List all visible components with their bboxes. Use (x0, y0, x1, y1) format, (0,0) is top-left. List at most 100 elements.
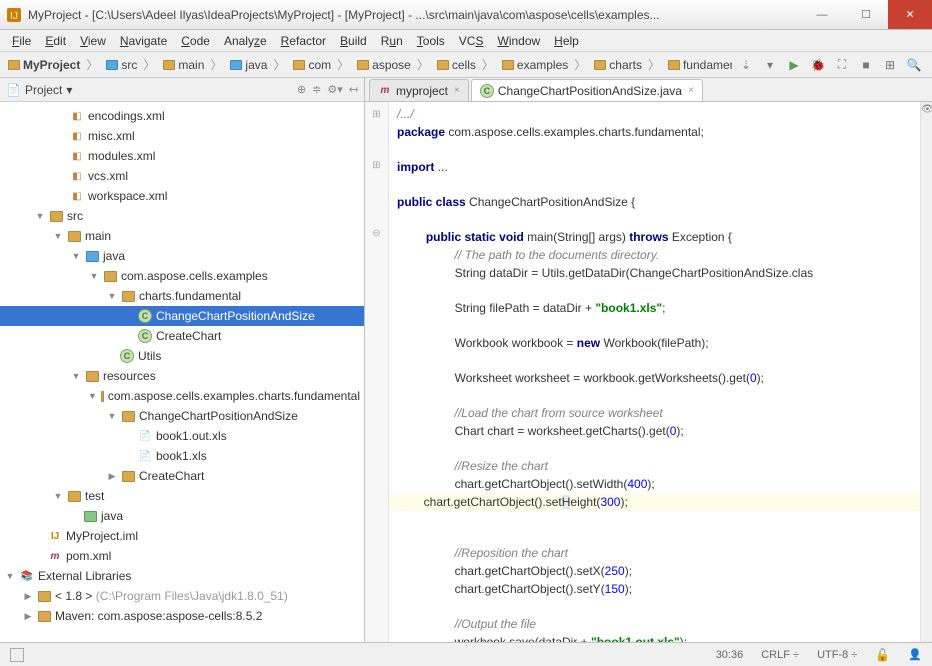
expand-arrow-icon[interactable]: ▶ (106, 471, 118, 482)
settings-gear-icon[interactable]: ⚙▾ (327, 83, 342, 96)
expand-arrow-icon[interactable]: ▼ (52, 491, 64, 501)
file-encoding[interactable]: UTF-8 ÷ (817, 649, 857, 661)
minimize-button[interactable]: — (800, 0, 844, 29)
crumb-fundamental[interactable]: fundamental〉 (664, 56, 732, 73)
crumb-root[interactable]: MyProject〉 (4, 56, 102, 73)
stop-button[interactable]: ■ (858, 57, 874, 73)
tree-item[interactable]: ◧modules.xml (0, 146, 364, 166)
tree-item-pkg[interactable]: ▼com.aspose.cells.examples.charts.fundam… (0, 386, 364, 406)
crumb-examples[interactable]: examples〉 (498, 56, 590, 73)
tree-item-file[interactable]: 📄book1.out.xls (0, 426, 364, 446)
panel-title[interactable]: 📄 Project ▾ (6, 83, 291, 97)
code-content[interactable]: /.../ package com.aspose.cells.examples.… (389, 102, 920, 642)
tree-label: vcs.xml (88, 169, 128, 183)
tree-item[interactable]: ◧workspace.xml (0, 186, 364, 206)
error-stripe[interactable]: 👁 (920, 102, 932, 642)
tree-item-ext-libs[interactable]: ▼📚External Libraries (0, 566, 364, 586)
tree-item-test[interactable]: ▼test (0, 486, 364, 506)
crumb-label: com (308, 58, 331, 72)
menu-refactor[interactable]: Refactor (275, 32, 332, 50)
debug-button[interactable]: 🐞 (810, 57, 826, 73)
menu-navigate[interactable]: Navigate (114, 32, 173, 50)
menu-code[interactable]: Code (175, 32, 216, 50)
tree-item-pom[interactable]: mpom.xml (0, 546, 364, 566)
expand-arrow-icon[interactable]: ▼ (88, 391, 97, 401)
maximize-button[interactable]: ☐ (844, 0, 888, 29)
tree-item-pkg[interactable]: ▼com.aspose.cells.examples (0, 266, 364, 286)
expand-arrow-icon[interactable]: ▼ (106, 291, 118, 301)
project-tree[interactable]: ◧encodings.xml ◧misc.xml ◧modules.xml ◧v… (0, 102, 364, 642)
tree-label: java (103, 249, 125, 263)
tree-item-resources[interactable]: ▼resources (0, 366, 364, 386)
tree-item-iml[interactable]: IJMyProject.iml (0, 526, 364, 546)
hide-panel-icon[interactable]: ↤ (349, 83, 358, 96)
expand-arrow-icon[interactable]: ▶ (22, 591, 34, 602)
tree-item-folder[interactable]: ▶CreateChart (0, 466, 364, 486)
menu-tools[interactable]: Tools (411, 32, 451, 50)
crumb-src[interactable]: src〉 (102, 56, 159, 73)
crumb-main[interactable]: main〉 (159, 56, 226, 73)
toolbar-actions: ⇣ ▾ ▶ 🐞 ⛶ ■ ⊞ 🔍 (732, 57, 928, 73)
tab-myproject[interactable]: mmyproject× (369, 79, 469, 101)
tree-item[interactable]: ◧misc.xml (0, 126, 364, 146)
menu-edit[interactable]: Edit (39, 32, 72, 50)
tree-item-maven-lib[interactable]: ▶Maven: com.aspose:aspose-cells:8.5.2 (0, 606, 364, 626)
menu-vcs[interactable]: VCS (453, 32, 490, 50)
expand-arrow-icon[interactable]: ▼ (34, 211, 46, 221)
line-separator[interactable]: CRLF ÷ (761, 649, 799, 661)
hector-icon[interactable]: 👤 (908, 648, 922, 661)
menu-file[interactable]: File (6, 32, 37, 50)
collapse-all-icon[interactable]: ≑ (312, 83, 321, 96)
expand-arrow-icon[interactable]: ▼ (106, 411, 118, 421)
close-button[interactable]: ✕ (888, 0, 932, 29)
tree-item-jdk[interactable]: ▶< 1.8 > (C:\Program Files\Java\jdk1.8.0… (0, 586, 364, 606)
menu-build[interactable]: Build (334, 32, 373, 50)
tree-label: workspace.xml (88, 189, 167, 203)
tree-item-folder[interactable]: ▼ChangeChartPositionAndSize (0, 406, 364, 426)
expand-arrow-icon[interactable]: ▼ (70, 371, 82, 381)
crumb-com[interactable]: com〉 (289, 56, 353, 73)
menu-analyze[interactable]: Analyze (218, 32, 273, 50)
cursor-position[interactable]: 30:36 (716, 649, 744, 661)
search-icon[interactable]: 🔍 (906, 57, 922, 73)
expand-arrow-icon[interactable]: ▼ (4, 571, 16, 581)
expand-arrow-icon[interactable]: ▶ (22, 611, 34, 622)
coverage-button[interactable]: ⛶ (834, 57, 850, 73)
menu-help[interactable]: Help (548, 32, 585, 50)
run-button[interactable]: ▶ (786, 57, 802, 73)
tree-item-class[interactable]: CCreateChart (0, 326, 364, 346)
make-button[interactable]: ⇣ (738, 57, 754, 73)
tree-item-file[interactable]: 📄book1.xls (0, 446, 364, 466)
tab-changechart[interactable]: CChangeChartPositionAndSize.java× (471, 79, 703, 101)
tree-item-src[interactable]: ▼src (0, 206, 364, 226)
tree-item-java-test[interactable]: java (0, 506, 364, 526)
crumb-java[interactable]: java〉 (226, 56, 289, 73)
menu-run[interactable]: Run (375, 32, 409, 50)
tree-label: External Libraries (38, 569, 131, 583)
tree-item-java[interactable]: ▼ java (0, 246, 364, 266)
scroll-from-source-icon[interactable]: ⊕ (297, 83, 306, 96)
inspections-icon[interactable]: 👁 (921, 104, 932, 115)
crumb-charts[interactable]: charts〉 (590, 56, 664, 73)
tree-item[interactable]: ◧encodings.xml (0, 106, 364, 126)
structure-button[interactable]: ⊞ (882, 57, 898, 73)
crumb-cells[interactable]: cells〉 (433, 56, 498, 73)
crumb-aspose[interactable]: aspose〉 (353, 56, 433, 73)
tree-item-class-selected[interactable]: CChangeChartPositionAndSize (0, 306, 364, 326)
tree-item-pkg-charts[interactable]: ▼charts.fundamental (0, 286, 364, 306)
close-icon[interactable]: × (454, 85, 460, 96)
code-editor[interactable]: ⊞⊞⊖ /.../ package com.aspose.cells.examp… (365, 102, 932, 642)
folder-icon (8, 60, 20, 70)
run-config-dropdown[interactable]: ▾ (762, 57, 778, 73)
expand-arrow-icon[interactable]: ▼ (52, 231, 64, 241)
tree-item[interactable]: ◧vcs.xml (0, 166, 364, 186)
close-icon[interactable]: × (688, 85, 694, 96)
tree-item-class[interactable]: CUtils (0, 346, 364, 366)
menu-view[interactable]: View (74, 32, 112, 50)
expand-arrow-icon[interactable]: ▼ (70, 251, 82, 261)
status-box-icon[interactable] (10, 648, 24, 662)
menu-window[interactable]: Window (491, 32, 546, 50)
readonly-lock-icon[interactable]: 🔓 (875, 648, 890, 662)
tree-item-main[interactable]: ▼main (0, 226, 364, 246)
expand-arrow-icon[interactable]: ▼ (88, 271, 100, 281)
